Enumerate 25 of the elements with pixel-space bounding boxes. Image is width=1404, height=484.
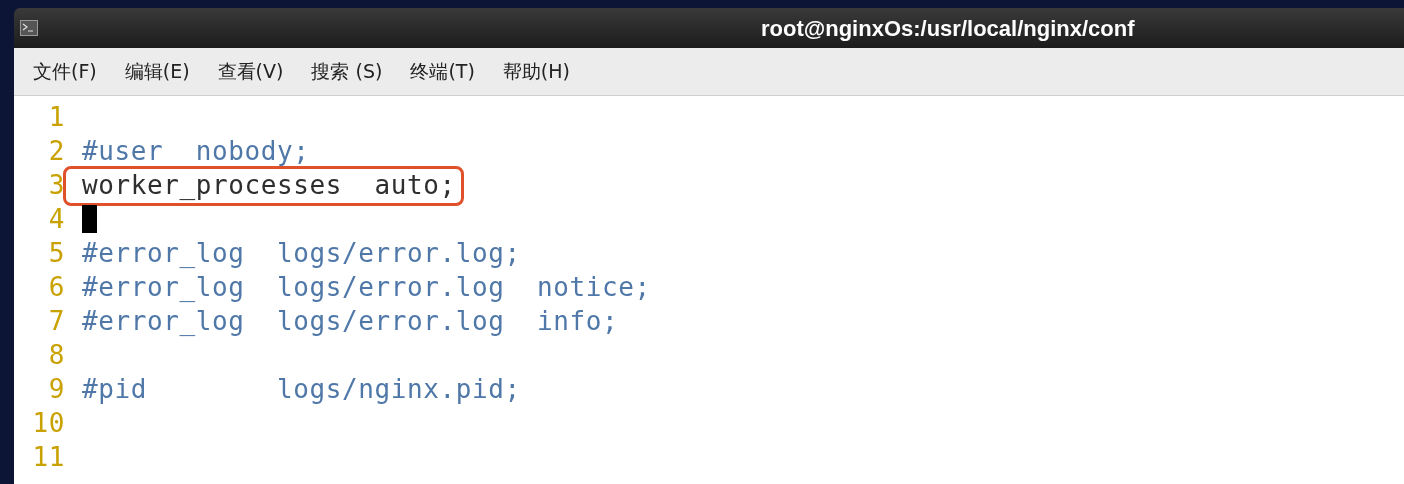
- line-number: 9: [47, 376, 65, 402]
- code-line: worker_processes auto;: [82, 172, 456, 198]
- menu-item[interactable]: 查看(V): [216, 57, 285, 86]
- code-line: #pid logs/nginx.pid;: [82, 376, 521, 402]
- menu-item[interactable]: 终端(T): [409, 57, 476, 86]
- line-number: 11: [31, 444, 65, 470]
- terminal-icon: [20, 20, 38, 36]
- code-line: #error_log logs/error.log notice;: [82, 274, 651, 300]
- line-number: 1: [47, 104, 65, 130]
- menu-item[interactable]: 搜索 (S): [310, 57, 384, 86]
- menu-item[interactable]: 编辑(E): [123, 57, 191, 86]
- line-number: 3: [47, 172, 65, 198]
- line-number: 6: [47, 274, 65, 300]
- window-title: root@nginxOs:/usr/local/nginx/conf: [761, 14, 1135, 43]
- code-line: #error_log logs/error.log;: [82, 240, 521, 266]
- menu-item[interactable]: 文件(F): [32, 57, 98, 86]
- line-number: 7: [47, 308, 65, 334]
- line-number: 10: [31, 410, 65, 436]
- code-line: #error_log logs/error.log info;: [82, 308, 619, 334]
- menu-item[interactable]: 帮助(H): [501, 57, 571, 86]
- code-line: #user nobody;: [82, 138, 310, 164]
- line-number: 4: [47, 206, 65, 232]
- line-number: 5: [47, 240, 65, 266]
- line-number: 2: [47, 138, 65, 164]
- line-number: 8: [47, 342, 65, 368]
